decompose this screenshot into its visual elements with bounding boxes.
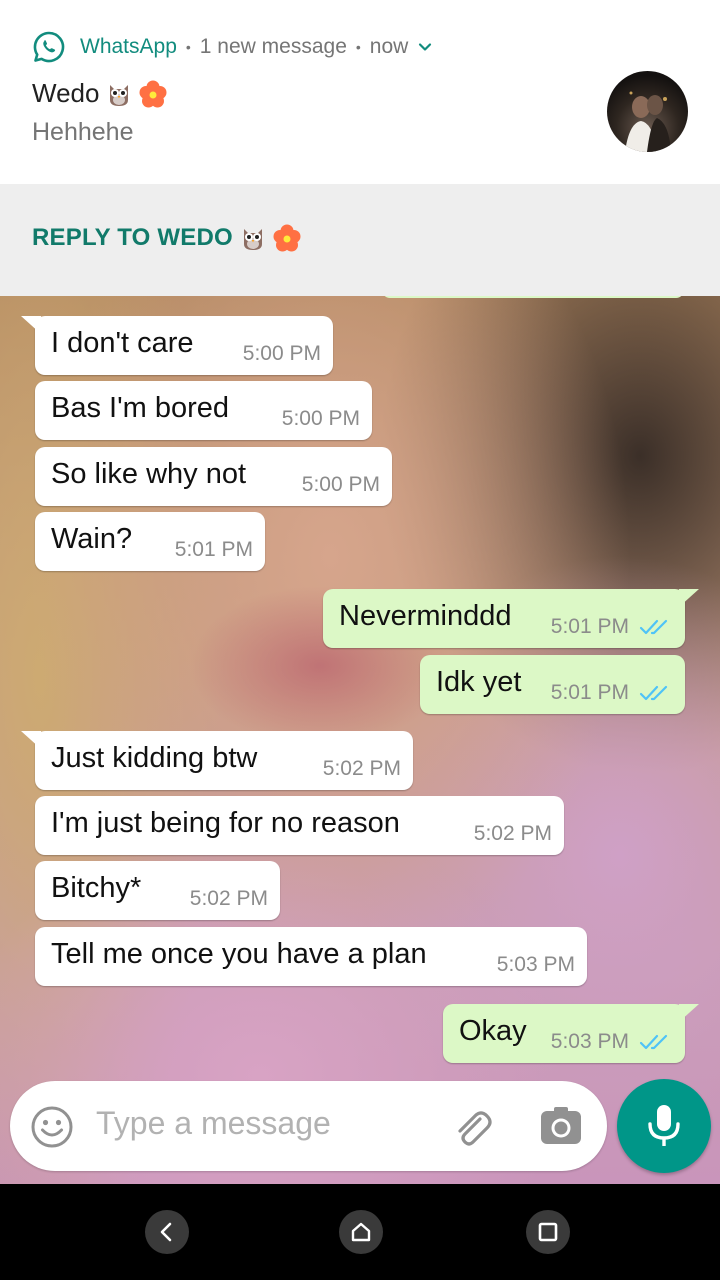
read-ticks-icon: [639, 685, 668, 701]
recents-icon: [538, 1222, 558, 1242]
chevron-down-icon[interactable]: [418, 40, 432, 54]
notification-card[interactable]: WhatsApp • 1 new message • now Wedo Hehh…: [0, 0, 720, 184]
smiley-icon[interactable]: [30, 1105, 74, 1149]
message-composer[interactable]: Type a message: [10, 1081, 607, 1171]
message-text: Just kidding btw: [51, 742, 258, 774]
voice-record-button[interactable]: [617, 1079, 711, 1173]
message-text: I don't care: [51, 327, 194, 359]
message-text: Idk yet: [436, 666, 522, 698]
back-icon: [160, 1222, 172, 1242]
microphone-icon: [648, 1105, 680, 1146]
message-bubble-incoming[interactable]: Wain? 5:01 PM: [35, 512, 265, 571]
message-bubble-outgoing[interactable]: Neverminddd 5:01 PM: [323, 589, 699, 648]
separator-dot: •: [185, 39, 191, 55]
notification-message: Hehhehe: [32, 118, 134, 146]
bubble-tail: [21, 316, 41, 334]
paperclip-icon[interactable]: [448, 1105, 496, 1149]
message-bubble-incoming[interactable]: So like why not 5:00 PM: [35, 447, 392, 506]
message-text: Okay: [459, 1015, 527, 1047]
message-bubble-incoming[interactable]: I don't care 5:00 PM: [21, 316, 333, 375]
owl-emoji-icon: [110, 84, 129, 106]
whatsapp-icon: [33, 31, 65, 63]
message-text: I'm just being for no reason: [51, 807, 400, 839]
message-time: 5:01 PM: [550, 615, 629, 638]
message-bubble-incoming[interactable]: Tell me once you have a plan 5:03 PM: [35, 927, 587, 986]
notification-summary: 1 new message: [199, 35, 347, 58]
hibiscus-emoji-icon: [139, 80, 167, 107]
message-bubble-outgoing[interactable]: Idk yet 5:01 PM: [420, 655, 685, 714]
message-time: 5:02 PM: [189, 887, 268, 910]
read-ticks-icon: [639, 619, 668, 635]
back-button[interactable]: [145, 1210, 189, 1254]
system-navigation-bar: [0, 1184, 720, 1280]
message-text: Wain?: [51, 523, 133, 555]
message-text: Bas I'm bored: [51, 392, 230, 424]
avatar: [607, 71, 688, 152]
message-text: Bitchy*: [51, 872, 142, 904]
reply-action-bar[interactable]: REPLY TO WEDO: [0, 184, 720, 296]
separator-dot: •: [355, 39, 361, 55]
previous-message-sliver: [382, 296, 684, 298]
sender-name: Wedo: [32, 78, 100, 108]
camera-icon[interactable]: [540, 1107, 582, 1145]
home-icon: [351, 1222, 371, 1242]
message-time: 5:00 PM: [281, 407, 360, 430]
message-text: Tell me once you have a plan: [51, 938, 427, 970]
message-bubble-incoming[interactable]: Bitchy* 5:02 PM: [35, 861, 280, 920]
message-time: 5:01 PM: [174, 538, 253, 561]
message-bubble-incoming[interactable]: I'm just being for no reason 5:02 PM: [35, 796, 564, 855]
bubble-tail: [679, 1004, 699, 1022]
message-time: 5:01 PM: [550, 681, 629, 704]
read-ticks-icon: [639, 1034, 668, 1050]
notification-sender: Wedo: [32, 78, 167, 109]
message-input-placeholder[interactable]: Type a message: [96, 1105, 331, 1142]
message-time: 5:03 PM: [496, 953, 575, 976]
message-text: So like why not: [51, 458, 247, 490]
message-time: 5:02 PM: [473, 822, 552, 845]
reply-to-button[interactable]: REPLY TO WEDO: [32, 224, 301, 252]
notification-app-name: WhatsApp: [80, 35, 177, 58]
message-bubble-incoming[interactable]: Just kidding btw 5:02 PM: [21, 731, 413, 790]
chat-area[interactable]: I don't care 5:00 PM Bas I'm bored 5:00 …: [0, 296, 720, 1184]
message-time: 5:00 PM: [301, 473, 380, 496]
hibiscus-emoji-icon: [273, 224, 301, 252]
owl-emoji-icon: [243, 229, 262, 250]
message-bubble-incoming[interactable]: Bas I'm bored 5:00 PM: [35, 381, 372, 440]
message-time: 5:02 PM: [322, 757, 401, 780]
notification-header: WhatsApp • 1 new message • now: [32, 30, 432, 64]
message-bubble-outgoing[interactable]: Okay 5:03 PM: [443, 1004, 699, 1063]
home-button[interactable]: [339, 1210, 383, 1254]
message-text: Neverminddd: [339, 600, 512, 632]
bubble-tail: [679, 589, 699, 607]
message-time: 5:03 PM: [550, 1030, 629, 1053]
reply-label: REPLY TO WEDO: [32, 224, 233, 251]
avatar-photo: [625, 91, 671, 152]
bubble-tail: [21, 731, 41, 749]
message-time: 5:00 PM: [242, 342, 321, 365]
recents-button[interactable]: [526, 1210, 570, 1254]
notification-time: now: [369, 35, 409, 58]
